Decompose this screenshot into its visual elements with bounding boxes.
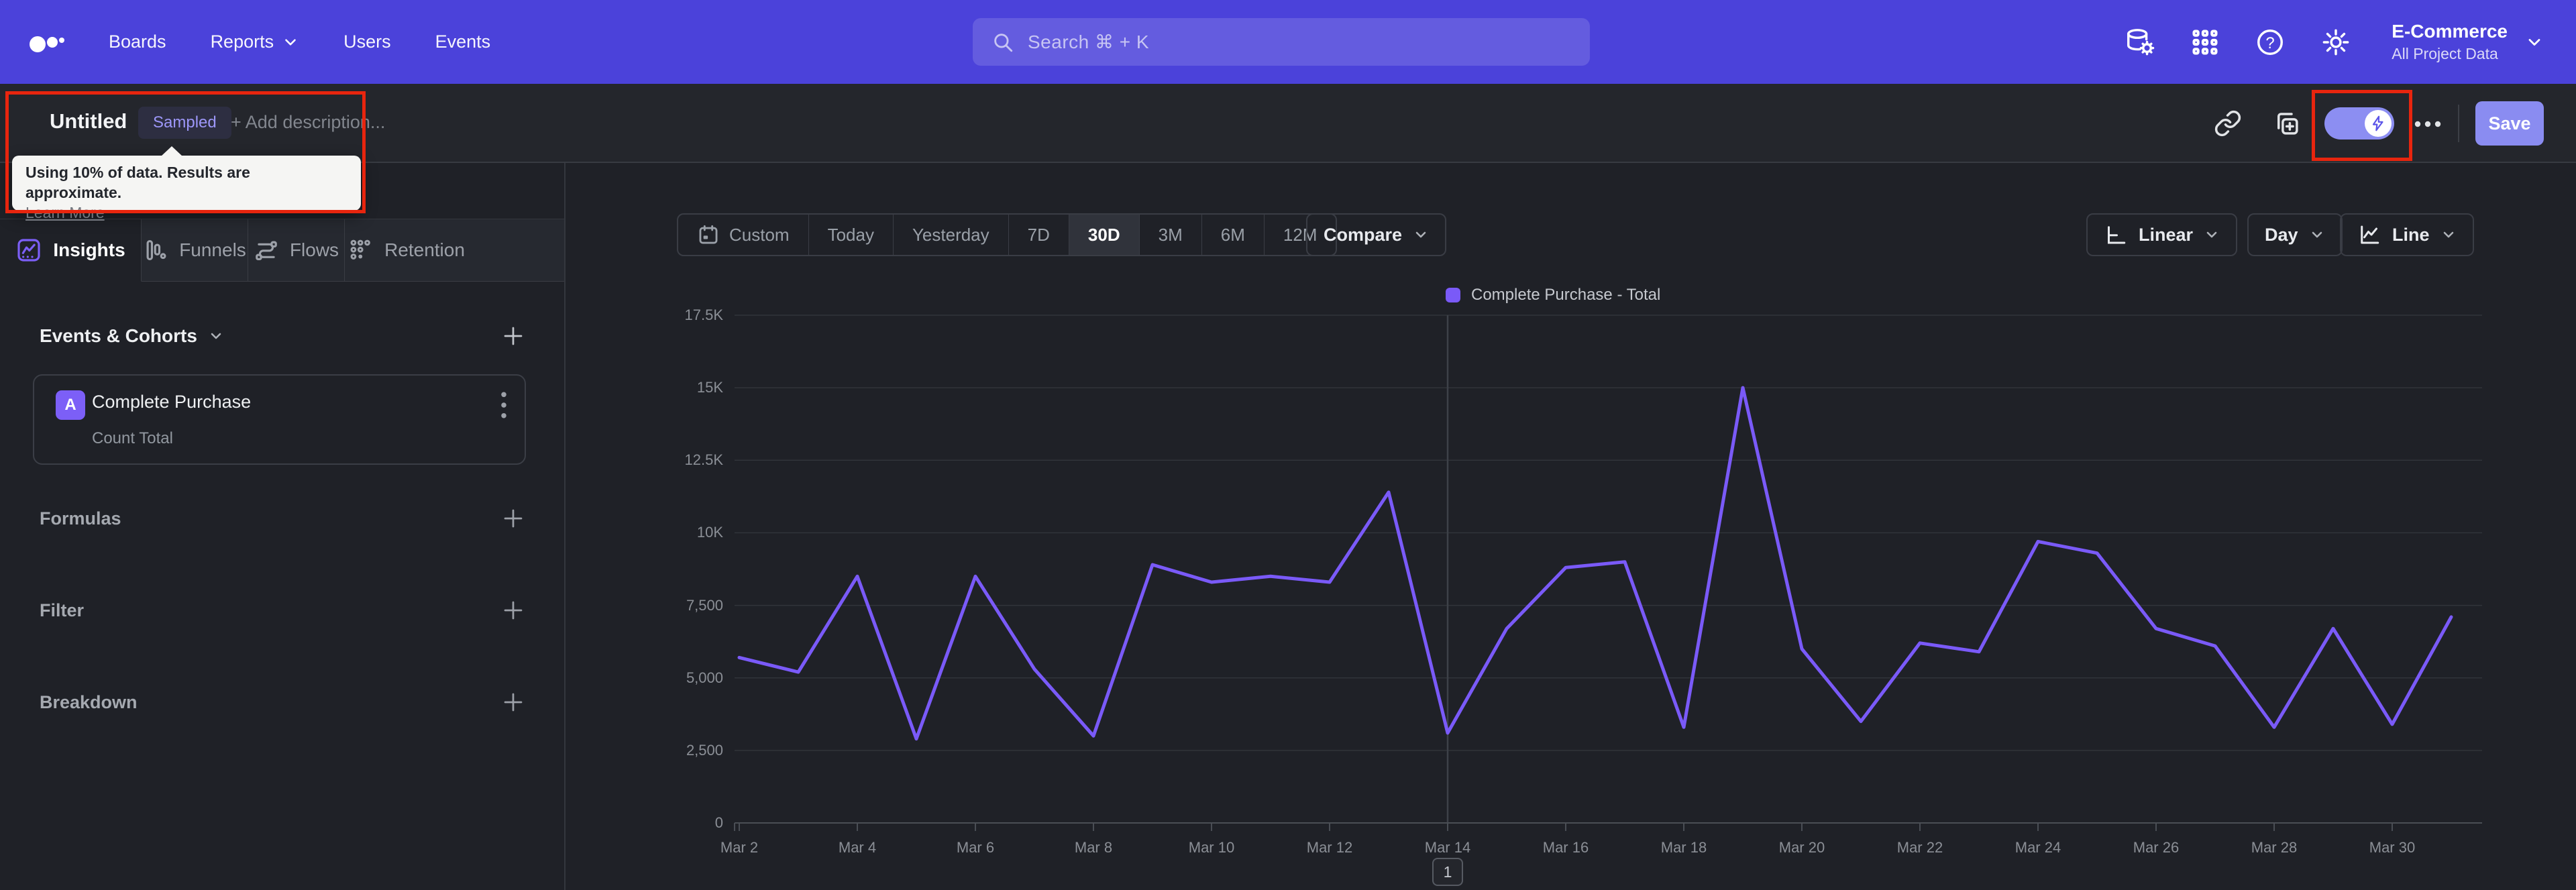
- retention-icon: [348, 237, 374, 263]
- x-axis-label: Mar 4: [838, 839, 877, 856]
- funnels-icon: [143, 237, 168, 263]
- chevron-down-icon: [2525, 33, 2544, 52]
- x-axis-label: Mar 8: [1074, 839, 1113, 856]
- add-filter-button[interactable]: [501, 598, 525, 622]
- search-input[interactable]: Search ⌘ + K: [973, 18, 1590, 66]
- event-card[interactable]: A Complete Purchase Count Total: [33, 374, 526, 465]
- insights-icon: [15, 237, 42, 264]
- add-breakdown-button[interactable]: [501, 690, 525, 714]
- nav-item-users[interactable]: Users: [343, 32, 391, 52]
- apps-grid-icon[interactable]: [2190, 27, 2220, 57]
- tab-label: Retention: [384, 239, 465, 260]
- chevron-down-icon: [282, 34, 299, 51]
- tab-label: Insights: [53, 239, 125, 260]
- x-axis-label: Mar 22: [1896, 839, 1943, 856]
- nav-item-label: Events: [435, 32, 491, 52]
- chevron-down-icon: [208, 328, 224, 344]
- search-placeholder: Search ⌘ + K: [1028, 32, 1150, 52]
- project-info: E-Commerce All Project Data: [2392, 21, 2508, 63]
- filter-label: Filter: [40, 600, 85, 620]
- events-cohorts-header[interactable]: Events & Cohorts: [40, 325, 224, 347]
- nav-links: Boards Reports Users Events: [109, 32, 490, 52]
- tab-insights[interactable]: Insights: [0, 219, 142, 282]
- add-event-button[interactable]: [501, 324, 525, 348]
- formulas-label: Formulas: [40, 508, 121, 529]
- nav-item-reports[interactable]: Reports: [211, 32, 300, 52]
- copy-link-icon[interactable]: [2214, 109, 2242, 137]
- y-axis-label: 10K: [696, 524, 723, 541]
- project-switcher[interactable]: E-Commerce All Project Data: [2386, 21, 2544, 63]
- y-axis-label: 12.5K: [684, 451, 724, 469]
- nav-item-label: Users: [343, 32, 391, 52]
- x-axis-label: Mar 24: [2015, 839, 2061, 856]
- x-axis-label: Mar 18: [1660, 839, 1707, 856]
- x-axis-label: Mar 2: [720, 839, 759, 856]
- y-axis-label: 0: [714, 814, 723, 831]
- formulas-section-row: Formulas: [40, 498, 525, 539]
- nav-item-label: Reports: [210, 32, 274, 52]
- y-axis-label: 15K: [696, 379, 723, 396]
- line-chart[interactable]: [566, 163, 2576, 890]
- nav-item-events[interactable]: Events: [435, 32, 491, 52]
- nav-item-label: Boards: [109, 32, 166, 52]
- more-options-icon[interactable]: [2412, 119, 2443, 129]
- x-axis-label: Mar 6: [956, 839, 995, 856]
- search-icon: [991, 31, 1014, 54]
- top-nav: Boards Reports Users Events Search ⌘ + K: [0, 0, 2576, 84]
- y-axis-label: 2,500: [686, 741, 723, 759]
- x-axis-label: Mar 28: [2251, 839, 2298, 856]
- breakdown-section-row: Breakdown: [40, 682, 525, 722]
- svg-text:?: ?: [2266, 34, 2275, 52]
- save-button[interactable]: Save: [2475, 101, 2544, 146]
- y-axis-label: 17.5K: [684, 307, 724, 323]
- breakdown-label: Breakdown: [40, 691, 138, 712]
- x-axis-label: Mar 10: [1188, 839, 1235, 856]
- x-axis-label: Mar 16: [1542, 839, 1589, 856]
- header-divider: [2458, 105, 2459, 142]
- help-icon[interactable]: ?: [2255, 27, 2286, 58]
- annotation-red-box-title: [5, 91, 366, 213]
- settings-gear-icon[interactable]: [2320, 27, 2351, 58]
- data-management-icon[interactable]: [2125, 27, 2155, 58]
- event-name[interactable]: Complete Purchase: [92, 392, 251, 412]
- mixpanel-logo-icon[interactable]: [28, 27, 67, 58]
- annotation-marker-1[interactable]: 1: [1432, 858, 1463, 886]
- nav-right-cluster: ? E-Commerce All Project Data: [2125, 0, 2544, 84]
- report-header: Untitled Sampled + Add description... Sa…: [0, 84, 2576, 163]
- flows-icon: [254, 237, 279, 263]
- series-line-complete-purchase-total[interactable]: [737, 386, 2453, 741]
- filter-section-row: Filter: [40, 590, 525, 630]
- x-axis-label: Mar 20: [1778, 839, 1825, 856]
- tab-funnels[interactable]: Funnels: [142, 219, 248, 282]
- events-cohorts-label: Events & Cohorts: [40, 325, 197, 346]
- x-axis-label: Mar 14: [1424, 839, 1471, 856]
- annotation-red-box-toggle: [2312, 90, 2412, 161]
- y-axis-label: 7,500: [686, 596, 723, 614]
- x-axis-label: Mar 26: [2133, 839, 2180, 856]
- project-name: E-Commerce: [2392, 21, 2508, 42]
- nav-item-boards[interactable]: Boards: [109, 32, 166, 52]
- query-builder-panel: Insights Funnels Flows Retention Events …: [0, 163, 566, 890]
- event-metric[interactable]: Count Total: [92, 429, 173, 448]
- add-to-board-icon[interactable]: [2273, 109, 2301, 137]
- x-axis-label: Mar 12: [1306, 839, 1353, 856]
- tab-label: Funnels: [179, 239, 246, 260]
- tab-label: Flows: [289, 239, 339, 260]
- project-scope: All Project Data: [2392, 45, 2498, 62]
- event-menu-kebab-icon[interactable]: [499, 390, 508, 420]
- tabstrip-filler: [468, 219, 564, 282]
- chart-panel: Custom Today Yesterday 7D 30D 3M 6M 12M …: [566, 163, 2576, 890]
- add-formula-button[interactable]: [501, 506, 525, 531]
- tab-flows[interactable]: Flows: [248, 219, 345, 282]
- x-axis-label: Mar 30: [2369, 839, 2416, 856]
- tab-retention[interactable]: Retention: [345, 219, 468, 282]
- events-cohorts-header-row: Events & Cohorts: [40, 316, 525, 356]
- y-axis-label: 5,000: [686, 669, 723, 686]
- insights-report-page: Boards Reports Users Events Search ⌘ + K: [0, 0, 2576, 890]
- report-type-tabs: Insights Funnels Flows Retention: [0, 219, 564, 282]
- event-series-badge: A: [56, 390, 85, 420]
